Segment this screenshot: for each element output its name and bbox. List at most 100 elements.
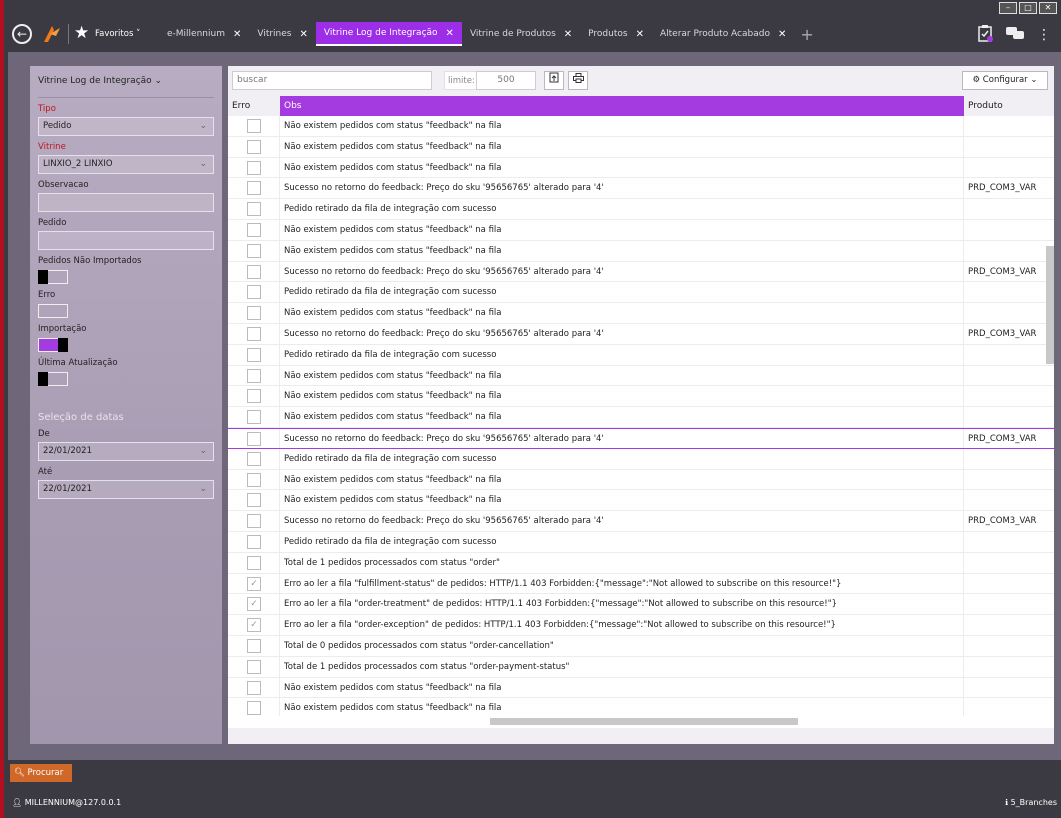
table-row[interactable]: Não existem pedidos com status "feedback…	[228, 116, 1054, 137]
table-row[interactable]: Não existem pedidos com status "feedback…	[228, 677, 1054, 699]
close-window-button[interactable]: ✕	[1039, 2, 1057, 14]
tab-vitrine-produtos[interactable]: Vitrine de Produtos ✕	[462, 22, 580, 46]
table-row[interactable]: Total de 0 pedidos processados com statu…	[228, 635, 1054, 657]
table-row[interactable]: Não existem pedidos com status "feedback…	[228, 490, 1054, 512]
erro-checkbox[interactable]	[247, 368, 261, 383]
tipo-select[interactable]: Pedido ⌄	[38, 117, 214, 136]
pedidos-nao-importados-toggle[interactable]	[38, 270, 68, 284]
limite-input[interactable]: 500	[476, 71, 536, 90]
back-icon[interactable]: ←	[12, 24, 32, 44]
horizontal-scrollbar[interactable]	[490, 718, 798, 725]
erro-checkbox[interactable]	[247, 264, 261, 279]
pedido-input[interactable]	[38, 231, 214, 250]
maximize-button[interactable]: □	[1019, 2, 1037, 14]
table-row[interactable]: Sucesso no retorno do feedback: Preço do…	[228, 323, 1054, 345]
de-date-picker[interactable]: 22/01/2021 ⌄	[38, 442, 214, 461]
erro-checkbox[interactable]	[247, 472, 261, 487]
ate-date-picker[interactable]: 22/01/2021 ⌄	[38, 480, 214, 499]
importacao-toggle[interactable]	[38, 338, 68, 352]
erro-checkbox[interactable]	[247, 514, 261, 529]
add-tab-icon[interactable]: +	[800, 22, 813, 46]
erro-checkbox[interactable]	[247, 555, 261, 570]
chat-icon[interactable]	[1005, 25, 1025, 45]
erro-checkbox[interactable]	[247, 139, 261, 154]
erro-checkbox[interactable]	[247, 534, 261, 549]
ultima-atualizacao-toggle[interactable]	[38, 372, 68, 386]
sidebar-title[interactable]: Vitrine Log de Integração ⌄	[38, 66, 214, 98]
close-icon[interactable]: ✕	[636, 29, 644, 40]
minimize-button[interactable]: –	[999, 2, 1017, 14]
erro-checkbox[interactable]	[247, 119, 261, 133]
close-icon[interactable]: ✕	[446, 28, 454, 39]
print-icon[interactable]	[568, 71, 588, 90]
table-row[interactable]: Não existem pedidos com status "feedback…	[228, 157, 1054, 179]
vertical-scrollbar[interactable]	[1046, 246, 1054, 364]
table-row[interactable]: Sucesso no retorno do feedback: Preço do…	[228, 427, 1054, 449]
erro-checkbox[interactable]	[247, 347, 261, 362]
column-header-obs[interactable]: Obs	[280, 96, 964, 116]
tab-vitrines[interactable]: Vitrines ✕	[249, 22, 316, 46]
table-row[interactable]: Não existem pedidos com status "feedback…	[228, 365, 1054, 387]
erro-checkbox[interactable]	[247, 285, 261, 300]
erro-checkbox[interactable]	[247, 306, 261, 321]
table-row[interactable]: Não existem pedidos com status "feedback…	[228, 469, 1054, 491]
erro-checkbox[interactable]: ✓	[247, 576, 261, 591]
erro-toggle[interactable]	[38, 304, 68, 318]
table-row[interactable]: ✓ Erro ao ler a fila "order-exception" de…	[228, 615, 1054, 636]
table-row[interactable]: Pedido retirado da fila de integração co…	[228, 199, 1054, 220]
erro-checkbox[interactable]: ✓	[247, 618, 261, 633]
close-icon[interactable]: ✕	[299, 29, 307, 40]
table-row[interactable]: Não existem pedidos com status "feedback…	[228, 698, 1054, 716]
favorites-menu[interactable]: Favoritos ˅	[95, 29, 140, 39]
table-row[interactable]: Pedido retirado da fila de integração co…	[228, 282, 1054, 304]
tab-produtos[interactable]: Produtos ✕	[580, 22, 652, 46]
table-row[interactable]: Não existem pedidos com status "feedback…	[228, 407, 1054, 428]
tab-vitrine-log-integracao[interactable]: Vitrine Log de Integração ✕	[315, 22, 462, 46]
table-row[interactable]: Não existem pedidos com status "feedback…	[228, 219, 1054, 241]
procurar-button[interactable]: 🔍︎ Procurar	[10, 764, 72, 782]
tab-e-millennium[interactable]: e-Millennium ✕	[159, 22, 249, 46]
erro-checkbox[interactable]	[247, 493, 261, 508]
erro-checkbox[interactable]	[247, 451, 261, 466]
erro-checkbox[interactable]	[247, 410, 261, 425]
table-row[interactable]: Pedido retirado da fila de integração co…	[228, 448, 1054, 470]
erro-checkbox[interactable]	[247, 680, 261, 695]
observacao-input[interactable]	[38, 193, 214, 212]
export-icon[interactable]	[544, 71, 564, 90]
table-row[interactable]: Não existem pedidos com status "feedback…	[228, 303, 1054, 324]
table-row[interactable]: ✓ Erro ao ler a fila "order-treatment" de…	[228, 594, 1054, 616]
table-row[interactable]: Total de 1 pedidos processados com statu…	[228, 656, 1054, 678]
close-icon[interactable]: ✕	[564, 29, 572, 40]
vitrine-select[interactable]: LINXIO_2 LINXIO ⌄	[38, 155, 214, 174]
search-input[interactable]: buscar	[232, 71, 432, 90]
close-icon[interactable]: ✕	[778, 29, 786, 40]
star-icon[interactable]: ★	[74, 23, 89, 43]
erro-checkbox[interactable]	[247, 243, 261, 258]
erro-checkbox[interactable]	[247, 222, 261, 237]
erro-checkbox[interactable]	[247, 659, 261, 674]
table-row[interactable]: ✓ Erro ao ler a fila "fulfillment-status"…	[228, 573, 1054, 595]
table-row[interactable]: Não existem pedidos com status "feedback…	[228, 136, 1054, 158]
table-row[interactable]: Pedido retirado da fila de integração co…	[228, 344, 1054, 366]
erro-checkbox[interactable]	[247, 638, 261, 653]
erro-checkbox[interactable]	[247, 701, 261, 716]
erro-checkbox[interactable]	[247, 389, 261, 404]
table-row[interactable]: Sucesso no retorno do feedback: Preço do…	[228, 511, 1054, 532]
erro-checkbox[interactable]	[247, 326, 261, 341]
table-row[interactable]: Total de 1 pedidos processados com statu…	[228, 552, 1054, 574]
table-row[interactable]: Sucesso no retorno do feedback: Preço do…	[228, 261, 1054, 283]
column-header-produto[interactable]: Produto	[964, 96, 1054, 116]
erro-checkbox[interactable]	[247, 181, 261, 196]
table-row[interactable]: Sucesso no retorno do feedback: Preço do…	[228, 178, 1054, 200]
table-row[interactable]: Não existem pedidos com status "feedback…	[228, 240, 1054, 262]
table-row[interactable]: Pedido retirado da fila de integração co…	[228, 531, 1054, 553]
column-header-erro[interactable]: Erro	[228, 96, 280, 116]
configurar-button[interactable]: ⚙ Configurar ⌄	[962, 71, 1048, 90]
clipboard-icon[interactable]	[977, 24, 993, 46]
erro-checkbox[interactable]	[247, 160, 261, 175]
erro-checkbox[interactable]	[247, 202, 261, 217]
more-options-icon[interactable]: ⋮	[1037, 27, 1051, 43]
erro-checkbox[interactable]	[247, 431, 261, 446]
table-row[interactable]: Não existem pedidos com status "feedback…	[228, 386, 1054, 408]
tab-alterar-produto-acabado[interactable]: Alterar Produto Acabado ✕	[652, 22, 794, 46]
